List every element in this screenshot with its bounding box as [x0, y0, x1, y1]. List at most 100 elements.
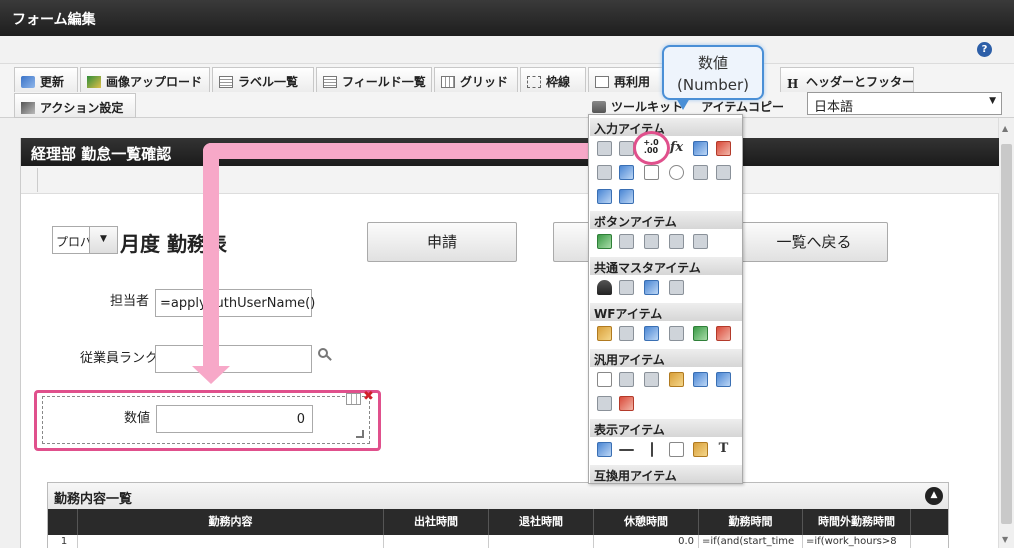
header-footer-button[interactable]: H ヘッダーとフッター: [780, 67, 914, 92]
action-settings-button[interactable]: アクション設定: [14, 93, 136, 118]
stamp-icon[interactable]: [716, 326, 731, 341]
help-icon[interactable]: ?: [977, 42, 992, 57]
help-bar: [0, 36, 1014, 64]
text-field-icon[interactable]: [597, 141, 612, 156]
back-to-list-button[interactable]: 一覧へ戻る: [740, 222, 888, 262]
building-icon[interactable]: [619, 280, 634, 295]
cell-overtime[interactable]: =if(work_hours>8: [803, 535, 911, 548]
combo-icon[interactable]: [693, 165, 708, 180]
checkbox-icon[interactable]: [644, 165, 659, 180]
list-box-icon[interactable]: [619, 165, 634, 180]
table-input-icon[interactable]: [716, 165, 731, 180]
number-field[interactable]: 0: [156, 405, 313, 433]
chevron-down-icon[interactable]: ▼: [89, 227, 117, 253]
image-display-icon[interactable]: [693, 442, 708, 457]
palette-section-master: 共通マスタアイテム: [590, 257, 742, 275]
grid-input-icon[interactable]: [619, 189, 634, 204]
separator-item-icon[interactable]: [597, 372, 612, 387]
column-header: 退社時間: [489, 509, 594, 535]
file-upload-icon[interactable]: [693, 372, 708, 387]
history-icon[interactable]: [669, 326, 684, 341]
scroll-down-icon[interactable]: ▼: [1002, 535, 1008, 544]
check-button-icon[interactable]: [597, 234, 612, 249]
approver-icon[interactable]: [693, 326, 708, 341]
note-icon[interactable]: [619, 372, 634, 387]
label-list-button[interactable]: ラベル一覧: [212, 67, 314, 92]
id-card-icon[interactable]: [619, 396, 634, 411]
document-icon: [595, 76, 609, 88]
box-item-icon[interactable]: [669, 442, 684, 457]
lock-person-icon[interactable]: [669, 372, 684, 387]
search-icon[interactable]: [318, 348, 332, 362]
delete-icon[interactable]: ✖: [363, 390, 375, 403]
hidden-button[interactable]: [553, 222, 593, 262]
cell-start-time[interactable]: [384, 535, 489, 548]
number-icon-highlight: [633, 131, 670, 165]
refresh-icon: [21, 76, 35, 88]
select-icon[interactable]: [597, 165, 612, 180]
arrow-back-icon[interactable]: [669, 234, 684, 249]
row-index: 1: [48, 535, 78, 548]
tooltip-tail: [676, 98, 690, 110]
list-icon: [219, 76, 233, 88]
arrow-left-icon[interactable]: [644, 234, 659, 249]
palette-section-input: 入力アイテム: [590, 118, 742, 136]
list-icon: [323, 76, 337, 88]
cell-end-time[interactable]: [489, 535, 594, 548]
field-list-button[interactable]: フィールド一覧: [316, 67, 432, 92]
item-copy-label[interactable]: アイテムコピー: [687, 100, 784, 114]
arrow-right-icon[interactable]: [619, 234, 634, 249]
employee-type-select[interactable]: プロパ ▼: [52, 226, 118, 254]
date-icon[interactable]: [693, 141, 708, 156]
resize-grip-icon[interactable]: [356, 430, 364, 438]
scroll-up-icon[interactable]: ▲: [1002, 124, 1008, 133]
column-header: 勤務時間: [699, 509, 803, 535]
form-sub-strip: [21, 166, 999, 194]
cell-work-time[interactable]: =if(and(start_time: [699, 535, 803, 548]
calendar-icon[interactable]: [716, 141, 731, 156]
frame-button[interactable]: 枠線: [520, 67, 586, 92]
org-building-icon[interactable]: [669, 280, 684, 295]
upload-icon[interactable]: [597, 189, 612, 204]
annotation-arrow-head: [192, 366, 230, 384]
attachment-icon[interactable]: [619, 326, 634, 341]
textarea-icon[interactable]: [619, 141, 634, 156]
scroll-thumb[interactable]: [1001, 144, 1012, 524]
column-header-index: [48, 509, 78, 535]
table-row: 1 0.0 =if(and(start_time =if(work_hours>…: [48, 535, 948, 548]
label-item-icon[interactable]: [597, 442, 612, 457]
language-select[interactable]: 日本語 ▼: [807, 92, 1002, 115]
horizontal-line-icon[interactable]: [619, 449, 634, 451]
camera-icon[interactable]: [644, 372, 659, 387]
column-header: 時間外勤務時間: [803, 509, 911, 535]
person-field[interactable]: =applyAuthUserName(): [155, 289, 315, 317]
arrow-forward-icon[interactable]: [693, 234, 708, 249]
rank-field[interactable]: [155, 345, 312, 373]
text-item-icon[interactable]: T: [716, 441, 731, 456]
table-icon[interactable]: [346, 393, 361, 405]
clipboard-icon[interactable]: [597, 326, 612, 341]
apply-button[interactable]: 申請: [367, 222, 517, 262]
cell-work-content[interactable]: [78, 535, 384, 548]
action-icon: [21, 102, 35, 114]
update-button[interactable]: 更新: [14, 67, 78, 92]
panel-icon[interactable]: [597, 396, 612, 411]
image-upload-button[interactable]: 画像アップロード: [80, 67, 210, 92]
header-icon: H: [787, 77, 799, 91]
formula-icon[interactable]: fx: [669, 140, 684, 155]
user-icon[interactable]: [597, 280, 612, 295]
column-header: 出社時間: [384, 509, 489, 535]
image-item-icon[interactable]: [644, 326, 659, 341]
radio-icon[interactable]: [669, 165, 684, 180]
palette-section-general: 汎用アイテム: [590, 349, 742, 367]
vertical-scrollbar[interactable]: ▲ ▼: [998, 118, 1014, 548]
vertical-line-icon[interactable]: [651, 442, 653, 457]
number-label: 数値: [124, 411, 151, 426]
file-download-icon[interactable]: [716, 372, 731, 387]
org-user-icon[interactable]: [644, 280, 659, 295]
grid-button[interactable]: グリッド: [434, 67, 518, 92]
collapse-icon[interactable]: ▲: [925, 487, 943, 505]
frame-icon: [527, 76, 541, 88]
work-list-title: 勤務内容一覧: [48, 483, 948, 509]
cell-rest-time[interactable]: 0.0: [594, 535, 699, 548]
